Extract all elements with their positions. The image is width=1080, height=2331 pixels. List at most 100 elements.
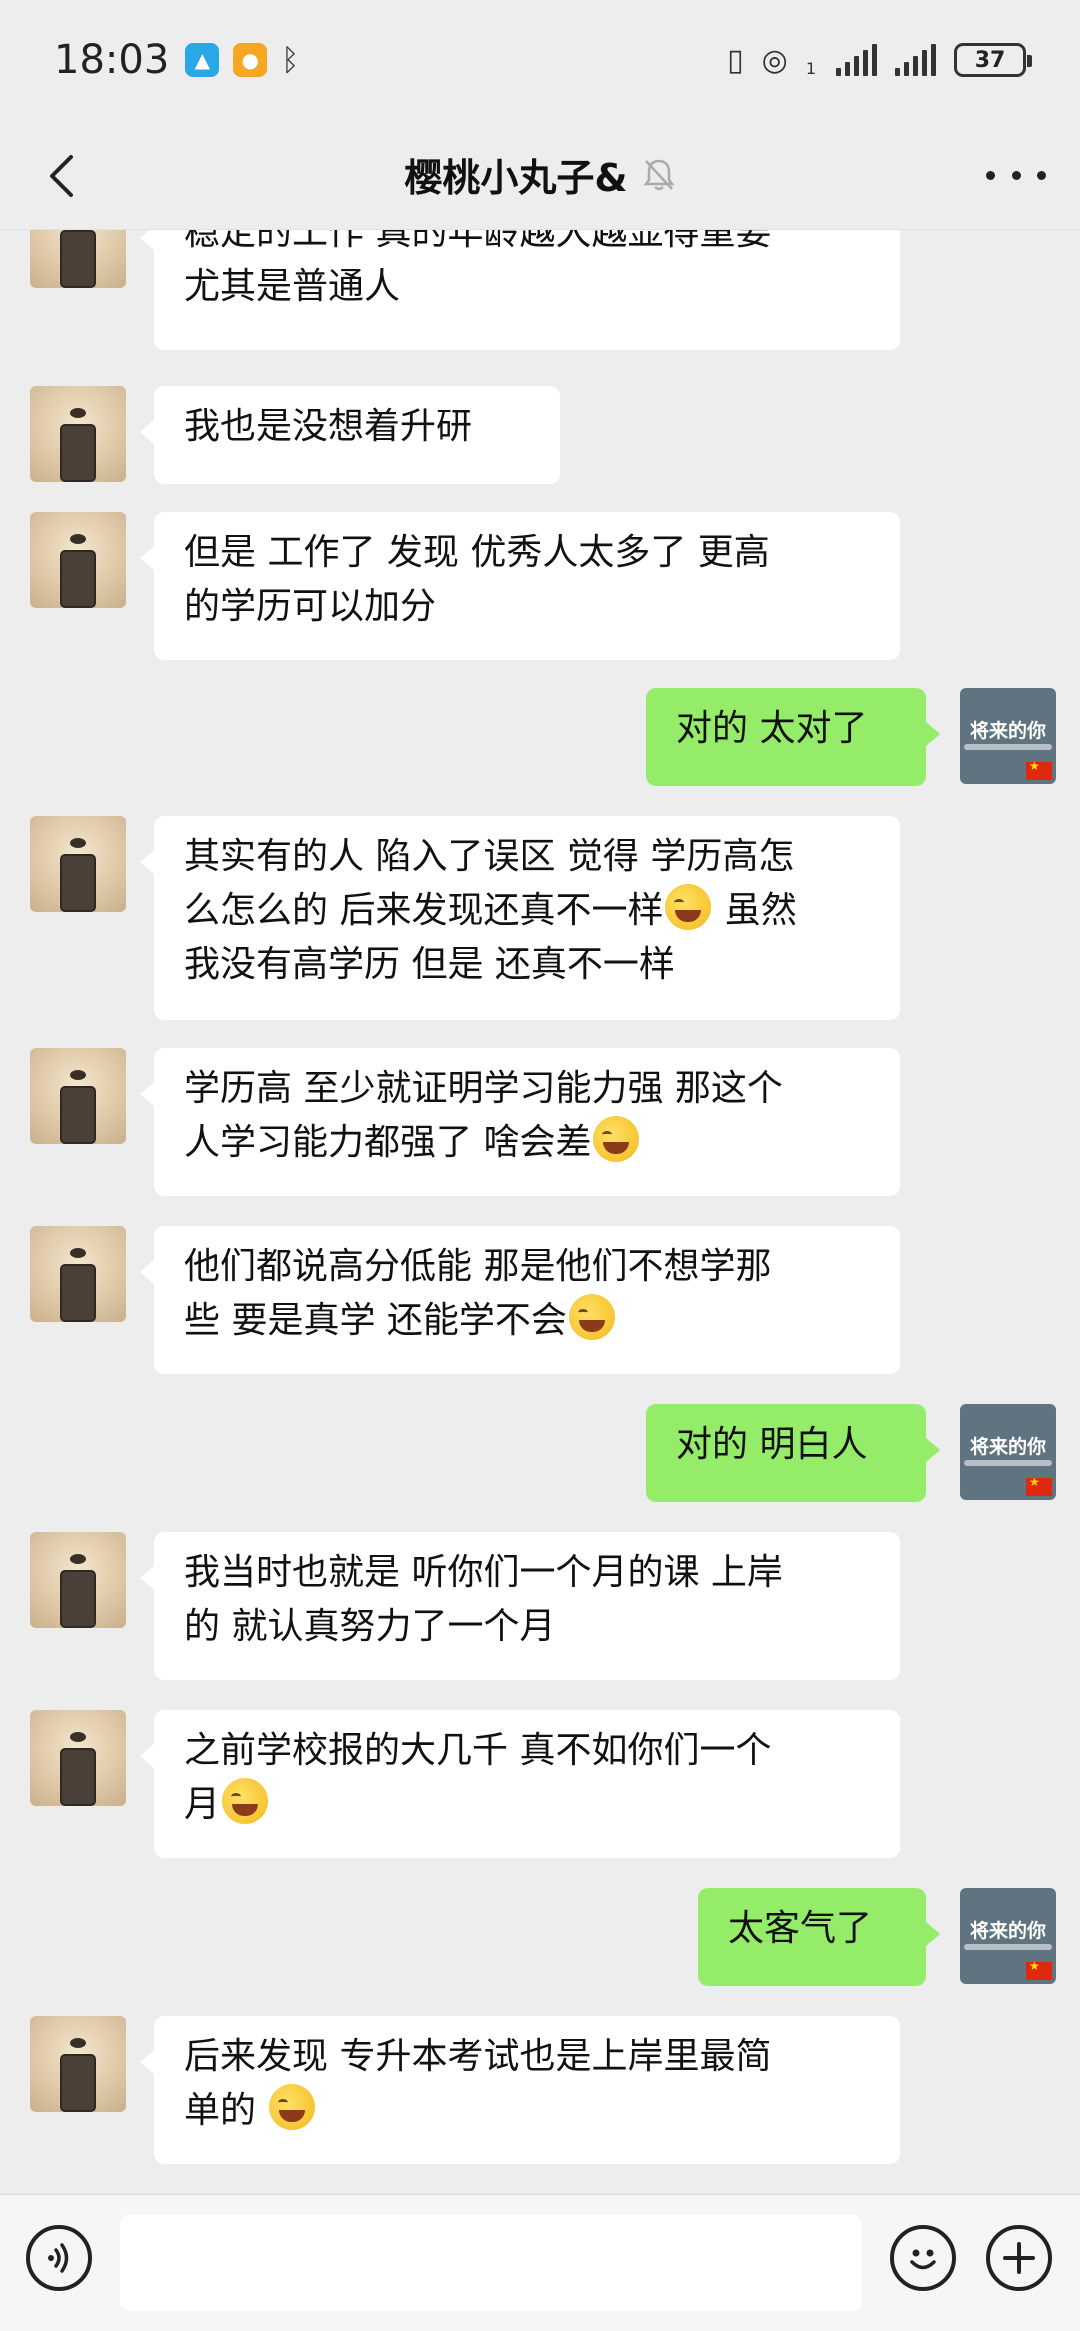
message-bubble[interactable]: 他们都说高分低能 那是他们不想学那 些 要是真学 还能学不会: [140, 1226, 900, 1374]
battery-icon: 37: [954, 43, 1032, 77]
avatar-subtitle-line: [964, 744, 1052, 750]
contact-avatar[interactable]: [30, 1226, 126, 1322]
self-avatar[interactable]: 将来的你: [960, 688, 1056, 784]
incoming-message: 学历高 至少就证明学习能力强 那这个 人学习能力都强了 啥会差: [0, 1048, 1080, 1196]
avatar-phone: [60, 230, 96, 288]
self-avatar-text: 将来的你: [969, 720, 1046, 742]
message-text: 学历高 至少就证明学习能力强 那这个 人学习能力都强了 啥会差: [184, 1068, 783, 1163]
avatar-phone: [60, 2054, 96, 2112]
more-button[interactable]: [986, 150, 1046, 200]
outgoing-message: 将来的你 对的 明白人: [0, 1404, 1080, 1502]
signal-icon: [836, 44, 877, 76]
laugh-cry-emoji-icon: [568, 1294, 615, 1340]
contact-avatar[interactable]: [30, 512, 126, 608]
flag-icon: [1026, 1475, 1052, 1496]
emoji-button[interactable]: [890, 2225, 956, 2291]
message-bubble[interactable]: 其实有的人 陷入了误区 觉得 学历高怎 么怎么的 后来发现还真不一样 虽然 我没…: [140, 816, 900, 1020]
app-badge-icon: ▲: [185, 43, 220, 77]
message-text: 我当时也就是 听你们一个月的课 上岸 的 就认真努力了一个月: [184, 1552, 783, 1647]
outgoing-message: 将来的你 对的 太对了: [0, 688, 1080, 786]
back-button[interactable]: [36, 148, 86, 204]
message-text: 太客气了: [728, 1908, 873, 1949]
plus-button[interactable]: [986, 2225, 1052, 2291]
chat-title: 樱桃小丸子&: [404, 156, 628, 200]
avatar-dog-nose: [70, 1248, 86, 1258]
message-input[interactable]: [120, 2215, 862, 2311]
signal-icon: [895, 44, 936, 76]
laugh-cry-emoji-icon: [222, 1778, 269, 1824]
avatar-dog-nose: [70, 408, 86, 418]
message-bubble[interactable]: 我当时也就是 听你们一个月的课 上岸 的 就认真努力了一个月: [140, 1532, 900, 1680]
sim-label: 1: [805, 58, 816, 78]
vibrate-icon: ▯: [727, 42, 744, 78]
message-bubble[interactable]: 但是 工作了 发现 优秀人太多了 更高 的学历可以加分: [140, 512, 900, 660]
incoming-message: 之前学校报的大几千 真不如你们一个 月: [0, 1710, 1080, 1858]
chat-screen: 18:03 ▲ ● ᛒ ▯ ◎ 1 37 樱桃小丸子& 稳定的工作 真的年龄越大…: [0, 0, 1080, 2331]
status-bar: 18:03 ▲ ● ᛒ ▯ ◎ 1 37: [0, 0, 1080, 120]
contact-avatar[interactable]: [30, 1048, 126, 1144]
input-bar: [0, 2194, 1080, 2331]
chevron-left-icon: [50, 155, 73, 197]
message-bubble[interactable]: 太客气了: [698, 1888, 940, 1986]
more-dots-icon: [1037, 170, 1046, 180]
avatar-subtitle-line: [964, 1944, 1052, 1950]
contact-avatar[interactable]: [30, 386, 126, 482]
contact-avatar[interactable]: [30, 230, 126, 288]
message-text: 稳定的工作 真的年龄越大越显得重要 尤其是普通人: [184, 230, 772, 307]
avatar-dog-nose: [70, 1070, 86, 1080]
more-dots-icon: [986, 170, 995, 180]
incoming-message: 我当时也就是 听你们一个月的课 上岸 的 就认真努力了一个月: [0, 1532, 1080, 1680]
hotspot-icon: ◎: [761, 42, 788, 78]
emoji-face-icon: [910, 2249, 936, 2270]
message-bubble[interactable]: 我也是没想着升研: [140, 386, 560, 484]
incoming-message: 但是 工作了 发现 优秀人太多了 更高 的学历可以加分: [0, 512, 1080, 660]
flag-icon: [1026, 759, 1052, 780]
message-bubble[interactable]: 之前学校报的大几千 真不如你们一个 月: [140, 1710, 900, 1858]
incoming-message: 我也是没想着升研: [0, 386, 1080, 484]
avatar-dog-nose: [70, 1732, 86, 1742]
status-time: 18:03: [54, 37, 170, 83]
voice-icon: [48, 2243, 69, 2273]
avatar-phone: [60, 1086, 96, 1144]
status-right-icons: ▯ ◎ 1 37: [727, 42, 1032, 78]
message-text: 我也是没想着升研: [184, 406, 473, 447]
incoming-message: 他们都说高分低能 那是他们不想学那 些 要是真学 还能学不会: [0, 1226, 1080, 1374]
avatar-phone: [60, 854, 96, 912]
message-text: 之前学校报的大几千 真不如你们一个 月: [184, 1730, 772, 1825]
app-badge-icon: ●: [233, 43, 268, 77]
self-avatar[interactable]: 将来的你: [960, 1888, 1056, 1984]
incoming-message: 稳定的工作 真的年龄越大越显得重要 尤其是普通人: [0, 230, 1080, 350]
avatar-dog-nose: [70, 534, 86, 544]
avatar-phone: [60, 1570, 96, 1628]
avatar-phone: [60, 1748, 96, 1806]
flag-icon: [1026, 1959, 1052, 1980]
voice-button[interactable]: [26, 2225, 92, 2291]
bell-muted-icon: [643, 159, 675, 190]
outgoing-message: 将来的你 太客气了: [0, 1888, 1080, 1986]
avatar-subtitle-line: [964, 1460, 1052, 1466]
contact-avatar[interactable]: [30, 1710, 126, 1806]
laugh-cry-emoji-icon: [665, 884, 712, 930]
contact-avatar[interactable]: [30, 1532, 126, 1628]
message-text: 他们都说高分低能 那是他们不想学那 些 要是真学 还能学不会: [184, 1246, 772, 1341]
message-bubble[interactable]: 学历高 至少就证明学习能力强 那这个 人学习能力都强了 啥会差: [140, 1048, 900, 1196]
message-bubble[interactable]: 后来发现 专升本考试也是上岸里最简 单的: [140, 2016, 900, 2164]
laugh-cry-emoji-icon: [593, 1116, 640, 1162]
message-list[interactable]: 稳定的工作 真的年龄越大越显得重要 尤其是普通人我也是没想着升研但是 工作了 发…: [0, 230, 1080, 2190]
status-app-icons: ▲ ● ᛒ: [185, 43, 299, 78]
message-bubble[interactable]: 稳定的工作 真的年龄越大越显得重要 尤其是普通人: [140, 230, 900, 350]
plus-icon: [1003, 2242, 1035, 2274]
self-avatar[interactable]: 将来的你: [960, 1404, 1056, 1500]
message-text: 对的 太对了: [676, 708, 868, 749]
avatar-dog-nose: [70, 2038, 86, 2048]
contact-avatar[interactable]: [30, 816, 126, 912]
self-avatar-text: 将来的你: [969, 1920, 1046, 1942]
contact-avatar[interactable]: [30, 2016, 126, 2112]
avatar-phone: [60, 550, 96, 608]
chat-header: 樱桃小丸子&: [0, 120, 1080, 230]
message-bubble[interactable]: 对的 太对了: [646, 688, 940, 786]
self-avatar-text: 将来的你: [969, 1436, 1046, 1458]
message-bubble[interactable]: 对的 明白人: [646, 1404, 940, 1502]
avatar-phone: [60, 424, 96, 482]
avatar-dog-nose: [70, 1554, 86, 1564]
